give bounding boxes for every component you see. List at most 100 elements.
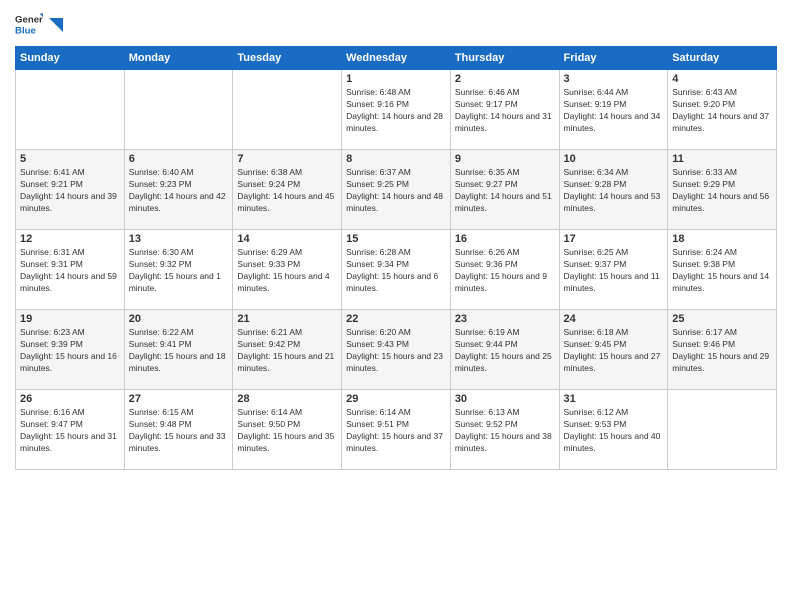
calendar-week-row: 12 Sunrise: 6:31 AMSunset: 9:31 PMDayligh… <box>16 230 777 310</box>
svg-text:General: General <box>15 14 43 25</box>
calendar-cell: 18 Sunrise: 6:24 AMSunset: 9:38 PMDayligh… <box>668 230 777 310</box>
calendar-cell: 31 Sunrise: 6:12 AMSunset: 9:53 PMDayligh… <box>559 390 668 470</box>
logo: General Blue <box>15 10 63 38</box>
day-number: 1 <box>346 73 446 85</box>
calendar-cell <box>668 390 777 470</box>
day-detail: Sunrise: 6:15 AMSunset: 9:48 PMDaylight:… <box>129 407 229 455</box>
day-number: 23 <box>455 313 555 325</box>
day-detail: Sunrise: 6:31 AMSunset: 9:31 PMDaylight:… <box>20 247 120 295</box>
day-detail: Sunrise: 6:44 AMSunset: 9:19 PMDaylight:… <box>564 87 664 135</box>
calendar-cell: 29 Sunrise: 6:14 AMSunset: 9:51 PMDayligh… <box>342 390 451 470</box>
day-detail: Sunrise: 6:18 AMSunset: 9:45 PMDaylight:… <box>564 327 664 375</box>
day-detail: Sunrise: 6:33 AMSunset: 9:29 PMDaylight:… <box>672 167 772 215</box>
calendar-cell: 19Sunrise: 6:23 AMSunset: 9:39 PMDayligh… <box>16 310 125 390</box>
header: General Blue <box>15 10 777 38</box>
day-detail: Sunrise: 6:29 AMSunset: 9:33 PMDaylight:… <box>237 247 337 295</box>
day-number: 31 <box>564 393 664 405</box>
day-number: 15 <box>346 233 446 245</box>
weekday-header-friday: Friday <box>559 47 668 70</box>
day-number: 12 <box>20 233 120 245</box>
calendar-cell: 30 Sunrise: 6:13 AMSunset: 9:52 PMDayligh… <box>450 390 559 470</box>
weekday-header-sunday: Sunday <box>16 47 125 70</box>
calendar-cell: 9Sunrise: 6:35 AMSunset: 9:27 PMDaylight… <box>450 150 559 230</box>
day-detail: Sunrise: 6:48 AMSunset: 9:16 PMDaylight:… <box>346 87 446 135</box>
day-number: 8 <box>346 153 446 165</box>
weekday-header-saturday: Saturday <box>668 47 777 70</box>
day-number: 26 <box>20 393 120 405</box>
day-number: 11 <box>672 153 772 165</box>
weekday-header-thursday: Thursday <box>450 47 559 70</box>
day-number: 29 <box>346 393 446 405</box>
day-number: 16 <box>455 233 555 245</box>
calendar-cell <box>233 70 342 150</box>
day-detail: Sunrise: 6:26 AMSunset: 9:36 PMDaylight:… <box>455 247 555 295</box>
day-number: 24 <box>564 313 664 325</box>
calendar-table: SundayMondayTuesdayWednesdayThursdayFrid… <box>15 46 777 470</box>
calendar-cell: 22 Sunrise: 6:20 AMSunset: 9:43 PMDayligh… <box>342 310 451 390</box>
calendar-cell: 28 Sunrise: 6:14 AMSunset: 9:50 PMDayligh… <box>233 390 342 470</box>
day-detail: Sunrise: 6:35 AMSunset: 9:27 PMDaylight:… <box>455 167 555 215</box>
day-number: 4 <box>672 73 772 85</box>
day-detail: Sunrise: 6:21 AMSunset: 9:42 PMDaylight:… <box>237 327 337 375</box>
day-number: 21 <box>237 313 337 325</box>
calendar-week-row: 19Sunrise: 6:23 AMSunset: 9:39 PMDayligh… <box>16 310 777 390</box>
day-number: 20 <box>129 313 229 325</box>
calendar-cell: 23 Sunrise: 6:19 AMSunset: 9:44 PMDayligh… <box>450 310 559 390</box>
calendar-cell: 6 Sunrise: 6:40 AMSunset: 9:23 PMDaylight… <box>124 150 233 230</box>
day-detail: Sunrise: 6:12 AMSunset: 9:53 PMDaylight:… <box>564 407 664 455</box>
day-detail: Sunrise: 6:17 AMSunset: 9:46 PMDaylight:… <box>672 327 772 375</box>
day-detail: Sunrise: 6:40 AMSunset: 9:23 PMDaylight:… <box>129 167 229 215</box>
day-detail: Sunrise: 6:16 AMSunset: 9:47 PMDaylight:… <box>20 407 120 455</box>
day-detail: Sunrise: 6:28 AMSunset: 9:34 PMDaylight:… <box>346 247 446 295</box>
calendar-cell: 8Sunrise: 6:37 AMSunset: 9:25 PMDaylight… <box>342 150 451 230</box>
day-number: 22 <box>346 313 446 325</box>
calendar-cell: 15 Sunrise: 6:28 AMSunset: 9:34 PMDayligh… <box>342 230 451 310</box>
day-detail: Sunrise: 6:46 AMSunset: 9:17 PMDaylight:… <box>455 87 555 135</box>
day-number: 30 <box>455 393 555 405</box>
day-detail: Sunrise: 6:22 AMSunset: 9:41 PMDaylight:… <box>129 327 229 375</box>
day-number: 18 <box>672 233 772 245</box>
day-number: 27 <box>129 393 229 405</box>
day-detail: Sunrise: 6:24 AMSunset: 9:38 PMDaylight:… <box>672 247 772 295</box>
day-number: 28 <box>237 393 337 405</box>
calendar-cell: 1 Sunrise: 6:48 AMSunset: 9:16 PMDaylight… <box>342 70 451 150</box>
calendar-cell: 21 Sunrise: 6:21 AMSunset: 9:42 PMDayligh… <box>233 310 342 390</box>
calendar-week-row: 26 Sunrise: 6:16 AMSunset: 9:47 PMDayligh… <box>16 390 777 470</box>
day-number: 5 <box>20 153 120 165</box>
calendar-cell: 14 Sunrise: 6:29 AMSunset: 9:33 PMDayligh… <box>233 230 342 310</box>
day-number: 10 <box>564 153 664 165</box>
calendar-cell: 25Sunrise: 6:17 AMSunset: 9:46 PMDayligh… <box>668 310 777 390</box>
calendar-cell: 12 Sunrise: 6:31 AMSunset: 9:31 PMDayligh… <box>16 230 125 310</box>
day-detail: Sunrise: 6:38 AMSunset: 9:24 PMDaylight:… <box>237 167 337 215</box>
day-detail: Sunrise: 6:43 AMSunset: 9:20 PMDaylight:… <box>672 87 772 135</box>
calendar-cell: 4 Sunrise: 6:43 AMSunset: 9:20 PMDaylight… <box>668 70 777 150</box>
day-detail: Sunrise: 6:14 AMSunset: 9:51 PMDaylight:… <box>346 407 446 455</box>
day-detail: Sunrise: 6:30 AMSunset: 9:32 PMDaylight:… <box>129 247 229 295</box>
calendar-cell: 27 Sunrise: 6:15 AMSunset: 9:48 PMDayligh… <box>124 390 233 470</box>
day-number: 14 <box>237 233 337 245</box>
day-detail: Sunrise: 6:41 AMSunset: 9:21 PMDaylight:… <box>20 167 120 215</box>
day-detail: Sunrise: 6:20 AMSunset: 9:43 PMDaylight:… <box>346 327 446 375</box>
day-detail: Sunrise: 6:14 AMSunset: 9:50 PMDaylight:… <box>237 407 337 455</box>
calendar-cell: 20 Sunrise: 6:22 AMSunset: 9:41 PMDayligh… <box>124 310 233 390</box>
weekday-header-monday: Monday <box>124 47 233 70</box>
day-detail: Sunrise: 6:13 AMSunset: 9:52 PMDaylight:… <box>455 407 555 455</box>
day-number: 3 <box>564 73 664 85</box>
calendar-cell: 17Sunrise: 6:25 AMSunset: 9:37 PMDayligh… <box>559 230 668 310</box>
day-number: 6 <box>129 153 229 165</box>
logo-icon: General Blue <box>15 10 43 38</box>
day-detail: Sunrise: 6:19 AMSunset: 9:44 PMDaylight:… <box>455 327 555 375</box>
calendar-cell: 16 Sunrise: 6:26 AMSunset: 9:36 PMDayligh… <box>450 230 559 310</box>
day-detail: Sunrise: 6:25 AMSunset: 9:37 PMDaylight:… <box>564 247 664 295</box>
calendar-cell: 10Sunrise: 6:34 AMSunset: 9:28 PMDayligh… <box>559 150 668 230</box>
calendar-page: General Blue SundayMondayTuesdayWed <box>0 0 792 612</box>
calendar-cell: 2 Sunrise: 6:46 AMSunset: 9:17 PMDaylight… <box>450 70 559 150</box>
calendar-cell <box>124 70 233 150</box>
day-number: 2 <box>455 73 555 85</box>
weekday-header-wednesday: Wednesday <box>342 47 451 70</box>
calendar-cell: 24 Sunrise: 6:18 AMSunset: 9:45 PMDayligh… <box>559 310 668 390</box>
day-number: 13 <box>129 233 229 245</box>
logo-triangle-icon <box>49 18 63 32</box>
calendar-header: SundayMondayTuesdayWednesdayThursdayFrid… <box>16 47 777 70</box>
weekday-header-tuesday: Tuesday <box>233 47 342 70</box>
